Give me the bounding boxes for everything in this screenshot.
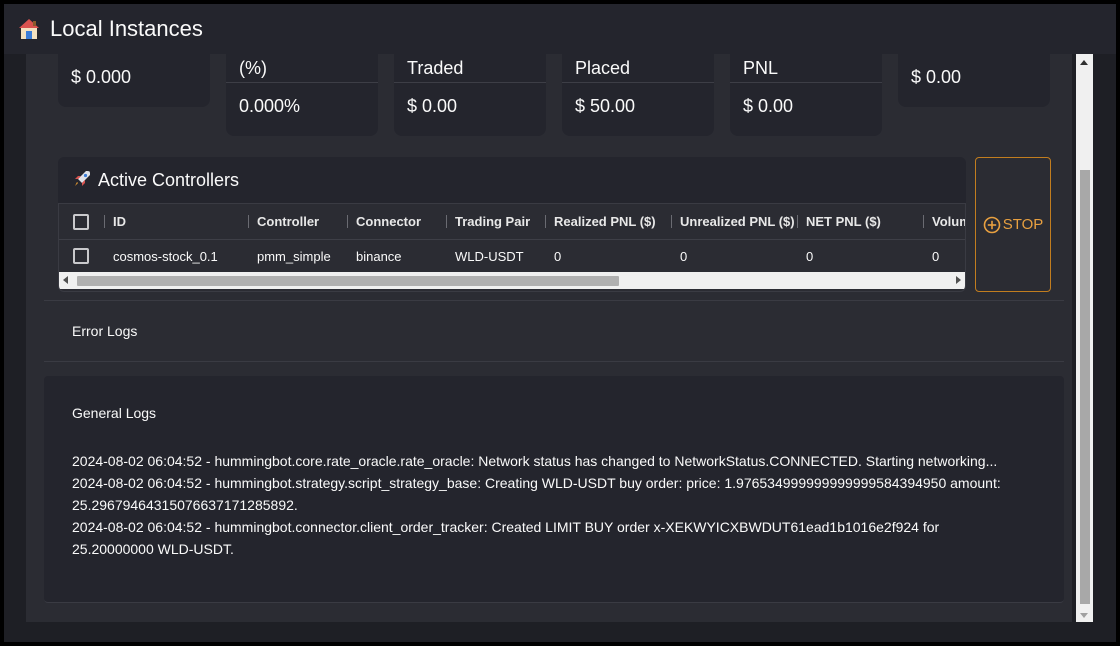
metric-label: Traded xyxy=(407,58,464,78)
log-line: 2024-08-02 06:04:52 - hummingbot.strateg… xyxy=(72,475,1001,513)
scroll-thumb[interactable] xyxy=(1080,170,1090,604)
plus-circle-icon xyxy=(983,216,1001,233)
log-line: 2024-08-02 06:04:52 - hummingbot.connect… xyxy=(72,519,940,557)
scroll-up-arrow[interactable] xyxy=(1080,60,1088,65)
page-vertical-scrollbar[interactable] xyxy=(1076,54,1093,622)
column-header-connector[interactable]: Connector xyxy=(356,214,442,229)
table-header: ID Controller Connector Trading Pair Rea… xyxy=(59,204,965,240)
column-header-realized-pnl[interactable]: Realized PNL ($) xyxy=(554,214,670,229)
metric-value: $ 0.00 xyxy=(743,96,794,116)
column-separator xyxy=(248,215,249,228)
stop-button-label: STOP xyxy=(1002,216,1044,233)
error-logs-label: Error Logs xyxy=(72,323,138,339)
metric-card: $ 0.000 xyxy=(58,54,210,107)
metric-label: Placed xyxy=(575,58,631,78)
scroll-thumb[interactable] xyxy=(77,276,619,286)
page-header: Local Instances xyxy=(4,4,1116,54)
metric-value: $ 50.00 xyxy=(575,96,636,116)
house-icon xyxy=(19,19,39,39)
cell-id: cosmos-stock_0.1 xyxy=(113,249,218,264)
table-row[interactable]: cosmos-stock_0.1 pmm_simple binance WLD-… xyxy=(59,240,965,272)
cell-realized-pnl: 0 xyxy=(554,249,562,264)
metric-card: PNL $ 0.00 xyxy=(730,54,882,136)
scroll-down-arrow[interactable] xyxy=(1080,613,1088,618)
metric-divider xyxy=(730,82,882,83)
metric-value: $ 0.00 xyxy=(911,67,962,87)
scroll-right-arrow[interactable] xyxy=(956,276,961,284)
column-header-controller[interactable]: Controller xyxy=(257,214,343,229)
column-separator xyxy=(446,215,447,228)
select-all-checkbox[interactable] xyxy=(73,214,89,230)
page-title: Local Instances xyxy=(50,16,203,41)
cell-volume: 0 xyxy=(932,249,940,264)
general-logs-label: General Logs xyxy=(72,405,157,421)
controllers-title: Active Controllers xyxy=(98,170,240,190)
column-separator xyxy=(671,215,672,228)
stop-button[interactable]: STOP xyxy=(975,157,1051,292)
metric-value: 0.000% xyxy=(239,96,301,116)
controllers-heading: Active Controllers xyxy=(72,169,239,191)
rocket-icon xyxy=(75,171,90,186)
column-header-trading-pair[interactable]: Trading Pair xyxy=(455,214,541,229)
metric-card: Traded $ 0.00 xyxy=(394,54,546,136)
cell-controller: pmm_simple xyxy=(257,249,331,264)
column-separator xyxy=(923,215,924,228)
column-header-net-pnl[interactable]: NET PNL ($) xyxy=(806,214,922,229)
column-separator xyxy=(545,215,546,228)
metric-divider xyxy=(562,82,714,83)
column-separator xyxy=(347,215,348,228)
cell-unrealized-pnl: 0 xyxy=(680,249,688,264)
cell-net-pnl: 0 xyxy=(806,249,814,264)
cell-trading-pair: WLD-USDT xyxy=(455,249,524,264)
metric-card: (%) 0.000% xyxy=(226,54,378,136)
metric-divider xyxy=(394,82,546,83)
general-logs-section: General Logs 2024-08-02 06:04:52 - hummi… xyxy=(44,376,1064,603)
column-separator xyxy=(797,215,798,228)
column-header-id[interactable]: ID xyxy=(113,214,243,229)
active-controllers-panel: Active Controllers ID Controller Connect… xyxy=(58,157,966,292)
metric-value: $ 0.00 xyxy=(407,96,458,116)
app-window: Local Instances $ 0.000 (%) 0.000% Trade… xyxy=(4,4,1116,642)
column-header-volume[interactable]: Volum xyxy=(932,214,965,229)
table-horizontal-scrollbar[interactable] xyxy=(59,272,965,289)
instance-content: $ 0.000 (%) 0.000% Traded $ 0.00 Placed … xyxy=(26,54,1072,622)
log-line: 2024-08-02 06:04:52 - hummingbot.core.ra… xyxy=(72,453,998,469)
metric-card: $ 0.00 xyxy=(898,54,1050,107)
metric-label: (%) xyxy=(239,58,267,78)
error-logs-section: Error Logs xyxy=(44,300,1064,362)
metric-label: PNL xyxy=(743,58,779,78)
metric-value: $ 0.000 xyxy=(71,67,132,87)
metric-divider xyxy=(226,82,378,83)
row-checkbox[interactable] xyxy=(73,248,89,264)
column-separator xyxy=(104,215,105,228)
metric-card: Placed $ 50.00 xyxy=(562,54,714,136)
column-header-unrealized-pnl[interactable]: Unrealized PNL ($) xyxy=(680,214,796,229)
cell-connector: binance xyxy=(356,249,402,264)
general-logs-text: 2024-08-02 06:04:52 - hummingbot.core.ra… xyxy=(72,450,1022,560)
scroll-left-arrow[interactable] xyxy=(63,276,68,284)
controllers-table: ID Controller Connector Trading Pair Rea… xyxy=(58,203,966,292)
